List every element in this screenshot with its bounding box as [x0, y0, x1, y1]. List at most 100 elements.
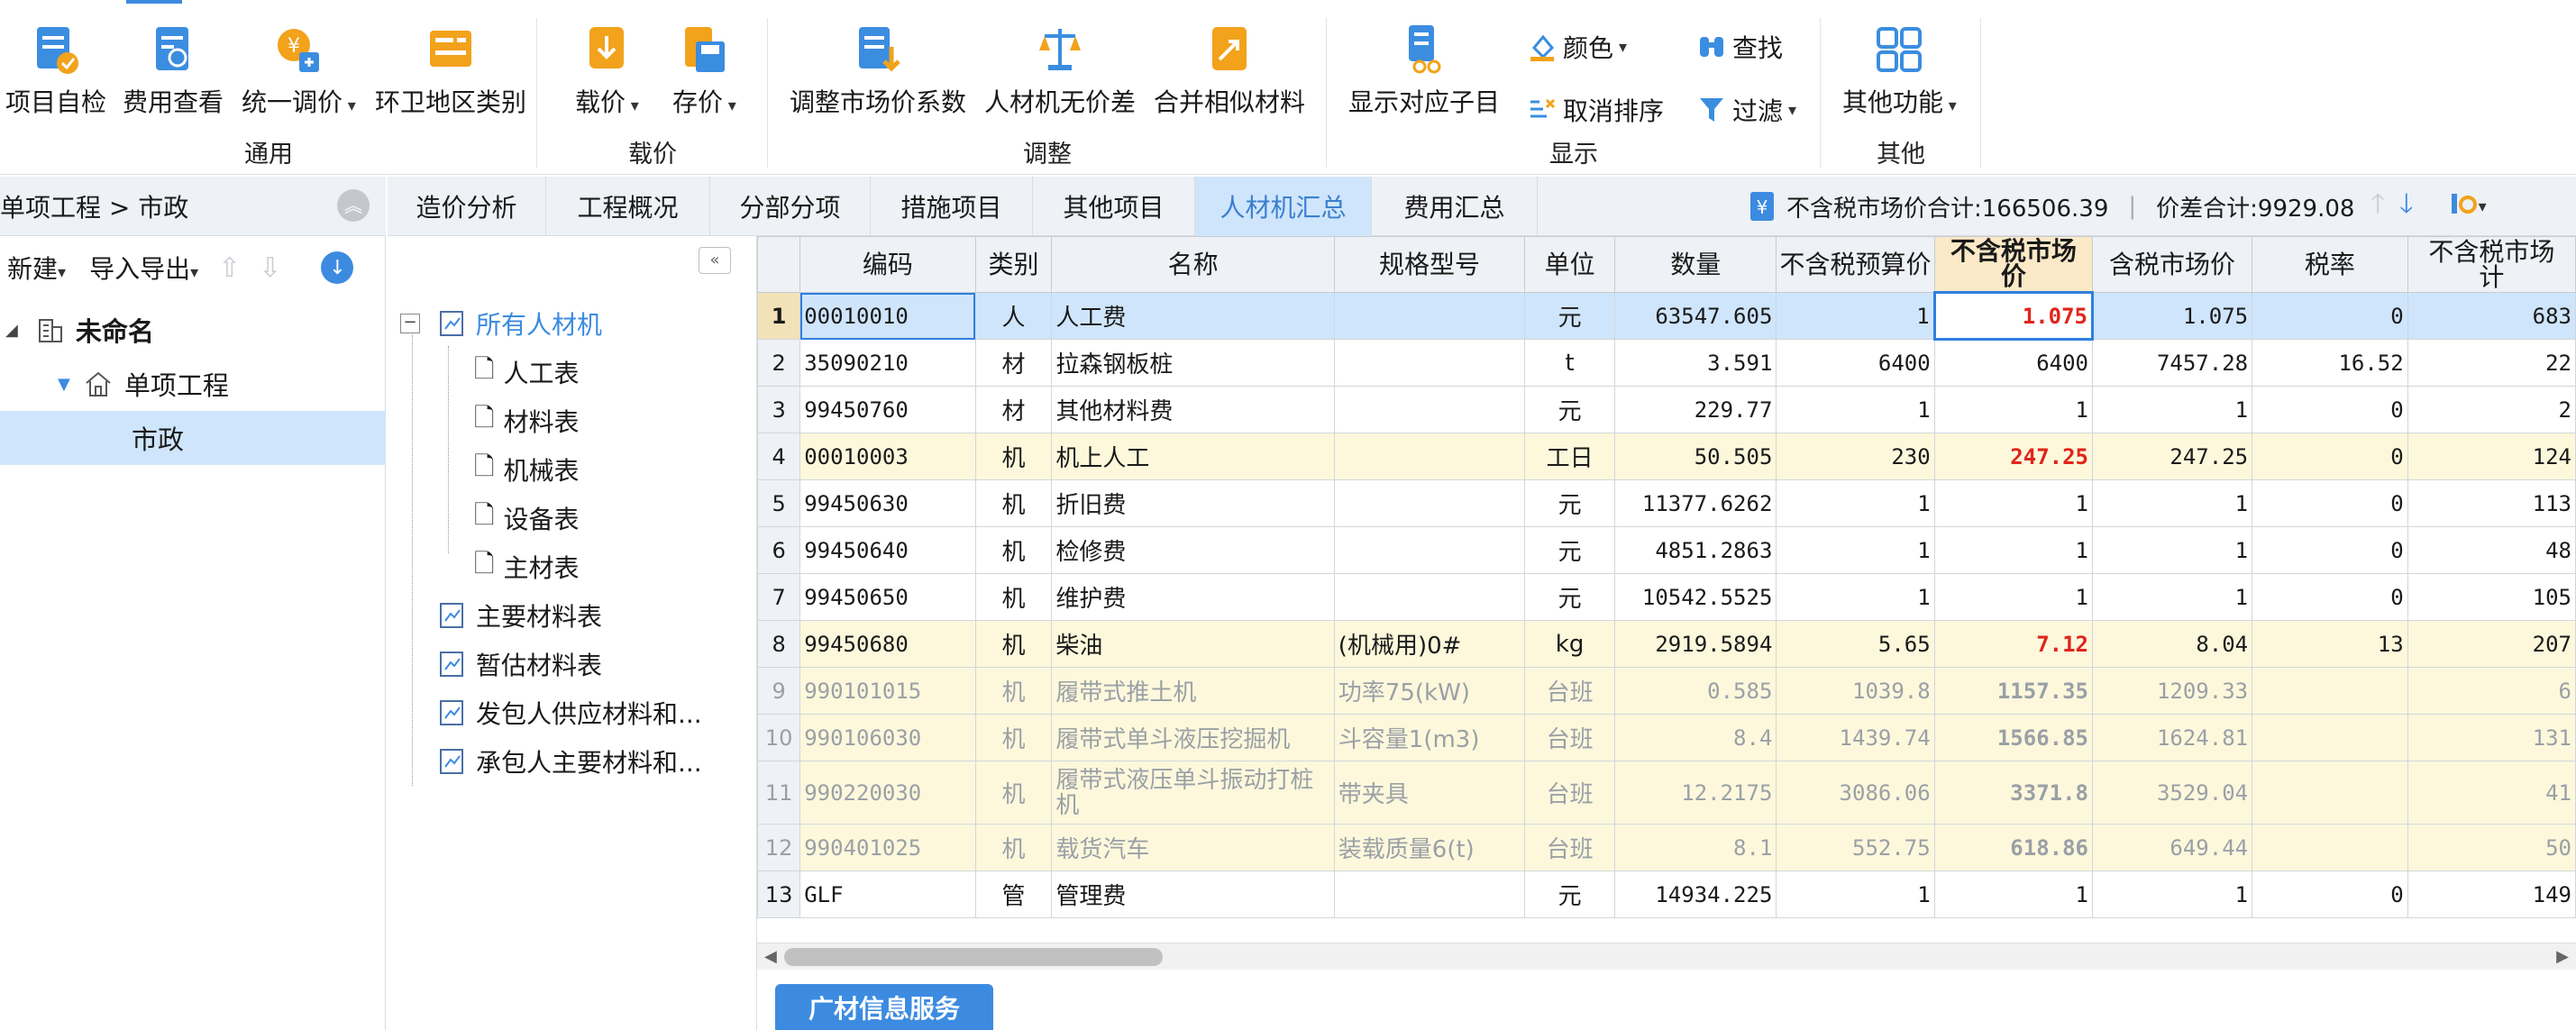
- cell-market-price[interactable]: 1: [1933, 526, 2094, 574]
- column-header-spec[interactable]: 规格型号: [1333, 236, 1526, 293]
- cell-type[interactable]: 机: [974, 479, 1053, 527]
- cell-market-total[interactable]: 41: [2407, 761, 2576, 825]
- cell-market-total[interactable]: 22: [2407, 339, 2576, 387]
- cell-unit[interactable]: 元: [1524, 479, 1616, 527]
- cell-unit[interactable]: 台班: [1524, 714, 1616, 761]
- project-check-button[interactable]: 项目自检: [5, 23, 106, 119]
- show-subitem-button[interactable]: 显示对应子目: [1348, 23, 1500, 119]
- tab-sub-items[interactable]: 分部分项: [710, 177, 871, 236]
- cell-unit[interactable]: 元: [1524, 386, 1616, 433]
- cell-budget-price[interactable]: 1: [1776, 479, 1935, 527]
- filter-button[interactable]: 过滤 ▾: [1696, 92, 1796, 128]
- cell-code[interactable]: 00010010: [799, 292, 976, 340]
- cell-unit[interactable]: 台班: [1524, 667, 1616, 715]
- cell-spec[interactable]: (机械用)0#: [1333, 620, 1526, 668]
- tree-node-municipal[interactable]: 市政: [0, 411, 386, 465]
- cell-type[interactable]: 机: [974, 667, 1053, 715]
- table-row[interactable]: 5 99450630 机 折旧费 元 11377.6262 1 1 1 0 11…: [757, 479, 2576, 527]
- cell-tax-rate[interactable]: 0: [2252, 292, 2408, 340]
- cell-market-price[interactable]: 6400: [1933, 339, 2094, 387]
- cell-type[interactable]: 人: [974, 292, 1053, 340]
- collapse-left-icon[interactable]: «: [699, 247, 731, 274]
- unified-price-button[interactable]: ¥ 统一调价 ▾: [242, 23, 356, 119]
- tab-other-items[interactable]: 其他项目: [1033, 177, 1195, 236]
- cell-market-price[interactable]: 1: [1933, 386, 2094, 433]
- column-header-name[interactable]: 名称: [1051, 236, 1335, 293]
- cell-code[interactable]: 99450640: [799, 526, 976, 574]
- cell-quantity[interactable]: 50.505: [1614, 433, 1777, 480]
- horizontal-scrollbar[interactable]: ◀ ▶: [757, 943, 2576, 970]
- table-row[interactable]: 13 GLF 管 管理费 元 14934.225 1 1 1 0 149: [757, 870, 2576, 918]
- cell-tax-rate[interactable]: [2252, 824, 2408, 871]
- cell-tax-market-price[interactable]: 649.44: [2091, 824, 2253, 871]
- sanitation-region-button[interactable]: 环卫地区类别: [375, 23, 526, 119]
- cell-tax-rate[interactable]: 0: [2252, 526, 2408, 574]
- cell-name[interactable]: 载货汽车: [1051, 824, 1335, 871]
- cell-unit[interactable]: 台班: [1524, 761, 1616, 825]
- cell-market-price[interactable]: 1157.35: [1933, 667, 2094, 715]
- cell-spec[interactable]: 功率75(kW): [1333, 667, 1526, 715]
- cell-market-total[interactable]: 683: [2407, 292, 2576, 340]
- move-down-icon[interactable]: ⇩: [259, 252, 281, 284]
- cell-quantity[interactable]: 8.1: [1614, 824, 1777, 871]
- cell-spec[interactable]: [1333, 479, 1526, 527]
- save-price-button[interactable]: 存价 ▾: [672, 23, 736, 119]
- cell-name[interactable]: 其他材料费: [1051, 386, 1335, 433]
- cell-name[interactable]: 折旧费: [1051, 479, 1335, 527]
- column-header-tax-rate[interactable]: 税率: [2252, 236, 2408, 293]
- color-button[interactable]: 颜色 ▾: [1527, 29, 1627, 65]
- cell-name[interactable]: 履带式液压单斗振动打桩机: [1051, 761, 1335, 825]
- move-up-icon[interactable]: ⇧: [218, 252, 241, 284]
- cell-tax-rate[interactable]: 16.52: [2252, 339, 2408, 387]
- cell-spec[interactable]: 带夹具: [1333, 761, 1526, 825]
- cell-code[interactable]: 990106030: [799, 714, 976, 761]
- cell-quantity[interactable]: 2919.5894: [1614, 620, 1777, 668]
- cell-tax-market-price[interactable]: 1: [2091, 479, 2253, 527]
- cell-tax-market-price[interactable]: 1: [2091, 386, 2253, 433]
- table-row[interactable]: 10 990106030 机 履带式单斗液压挖掘机 斗容量1(m3) 台班 8.…: [757, 714, 2576, 761]
- cell-type[interactable]: 材: [974, 386, 1053, 433]
- cell-code[interactable]: 00010003: [799, 433, 976, 480]
- settings-icon[interactable]: [2448, 188, 2479, 225]
- cell-quantity[interactable]: 11377.6262: [1614, 479, 1777, 527]
- tree-node-single-project[interactable]: ▼ 单项工程: [0, 357, 386, 411]
- cell-name[interactable]: 人工费: [1051, 292, 1335, 340]
- cell-budget-price[interactable]: 1439.74: [1776, 714, 1935, 761]
- cell-name[interactable]: 柴油: [1051, 620, 1335, 668]
- cell-name[interactable]: 机上人工: [1051, 433, 1335, 480]
- cell-market-price[interactable]: 1: [1933, 573, 2094, 621]
- cell-quantity[interactable]: 4851.2863: [1614, 526, 1777, 574]
- cell-type[interactable]: 机: [974, 526, 1053, 574]
- cell-budget-price[interactable]: 1: [1776, 526, 1935, 574]
- cell-code[interactable]: 99450760: [799, 386, 976, 433]
- tree-node-main-materials-table[interactable]: 主要材料表: [438, 593, 602, 638]
- cell-market-total[interactable]: 2: [2407, 386, 2576, 433]
- cell-spec[interactable]: [1333, 870, 1526, 918]
- cell-market-total[interactable]: 48: [2407, 526, 2576, 574]
- cell-tax-market-price[interactable]: 1: [2091, 526, 2253, 574]
- cell-type[interactable]: 机: [974, 714, 1053, 761]
- cell-name[interactable]: 检修费: [1051, 526, 1335, 574]
- cell-spec[interactable]: 斗容量1(m3): [1333, 714, 1526, 761]
- other-functions-button[interactable]: 其他功能 ▾: [1842, 23, 1957, 119]
- tree-node-equipment[interactable]: 🗋 设备表: [474, 496, 580, 541]
- cell-budget-price[interactable]: 5.65: [1776, 620, 1935, 668]
- cell-budget-price[interactable]: 1: [1776, 870, 1935, 918]
- collapse-up-icon[interactable]: ︽: [337, 189, 370, 222]
- cell-spec[interactable]: [1333, 339, 1526, 387]
- cell-name[interactable]: 管理费: [1051, 870, 1335, 918]
- cell-market-price[interactable]: 7.12: [1933, 620, 2094, 668]
- cell-tax-rate[interactable]: 0: [2252, 573, 2408, 621]
- tree-node-employer-supplied[interactable]: 发包人供应材料和...: [438, 690, 702, 735]
- cell-tax-rate[interactable]: 13: [2252, 620, 2408, 668]
- cell-type[interactable]: 机: [974, 620, 1053, 668]
- cell-type[interactable]: 管: [974, 870, 1053, 918]
- fee-view-button[interactable]: 费用查看: [123, 23, 224, 119]
- scroll-left-icon[interactable]: ◀: [764, 947, 777, 966]
- column-header-type[interactable]: 类别: [974, 236, 1053, 293]
- cell-unit[interactable]: 工日: [1524, 433, 1616, 480]
- cell-tax-rate[interactable]: 0: [2252, 386, 2408, 433]
- tab-fee-summary[interactable]: 费用汇总: [1372, 177, 1538, 236]
- cell-tax-rate[interactable]: [2252, 667, 2408, 715]
- cell-market-price[interactable]: 1: [1933, 479, 2094, 527]
